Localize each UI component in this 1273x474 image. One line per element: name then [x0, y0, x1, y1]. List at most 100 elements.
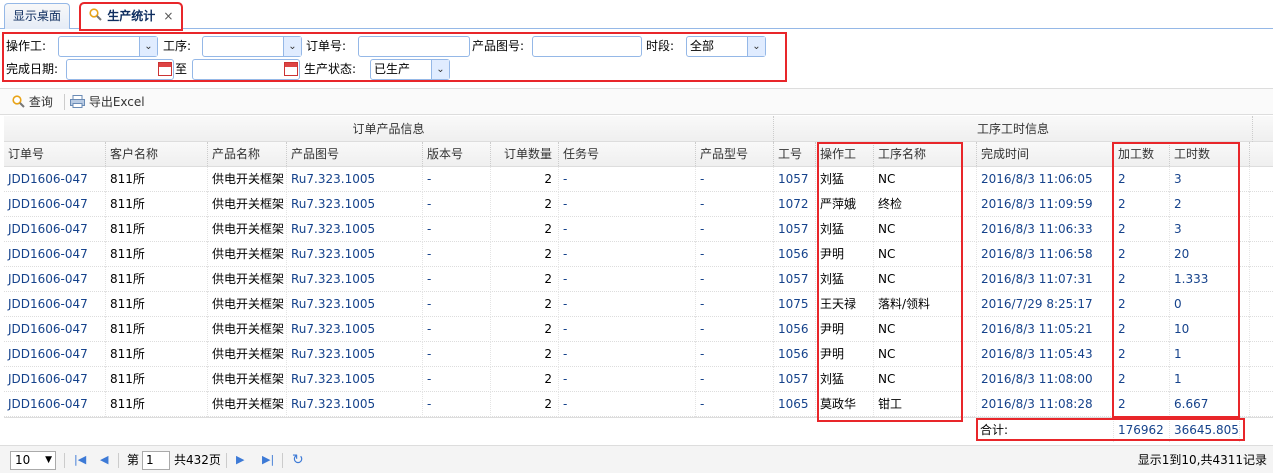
refresh-icon[interactable]: ↻: [292, 446, 304, 474]
table-row[interactable]: JDD1606-047 811所 供电开关框架 Ru7.323.1005-2- -105…: [4, 367, 1273, 392]
pager-summary: 显示1到10,共4311记录: [1137, 453, 1267, 467]
operator-label: 操作工:: [6, 39, 47, 53]
cell-task-no: -: [559, 317, 696, 342]
table-row[interactable]: JDD1606-047 811所 供电开关框架 Ru7.323.1005-2- -105…: [4, 217, 1273, 242]
cell-finish-time: 2016/8/3 11:07:31: [977, 267, 1114, 292]
cell-work-hours: 1: [1170, 367, 1250, 392]
column-header-drawing-no[interactable]: 产品图号: [287, 142, 423, 166]
table-row[interactable]: JDD1606-047 811所 供电开关框架 Ru7.323.1005-2- -105…: [4, 342, 1273, 367]
cell-product-model: -: [696, 342, 774, 367]
column-header-version[interactable]: 版本号: [423, 142, 491, 166]
cell-product-name: 供电开关框架: [208, 317, 287, 342]
calendar-icon[interactable]: [284, 62, 298, 76]
pager-divider: [226, 453, 227, 468]
column-header-process-name[interactable]: 工序名称: [874, 142, 977, 166]
tab-desktop[interactable]: 显示桌面: [4, 3, 71, 29]
column-header-processed-qty[interactable]: 加工数: [1114, 142, 1170, 166]
period-select[interactable]: 全部 ⌄: [686, 36, 766, 57]
table-row[interactable]: JDD1606-047 811所 供电开关框架 Ru7.323.1005-2- -105…: [4, 317, 1273, 342]
status-select[interactable]: 已生产 ⌄: [370, 59, 450, 80]
page-number-value: 1: [146, 453, 154, 467]
operator-select[interactable]: ⌄: [58, 36, 158, 57]
printer-icon: [70, 95, 89, 109]
cell-order-no: JDD1606-047: [4, 267, 106, 292]
cell-process-name: NC: [874, 167, 977, 192]
cell-operator: 严萍娥: [816, 192, 874, 217]
cell-process-name: NC: [874, 342, 977, 367]
date-from-input[interactable]: [66, 59, 174, 80]
cell-drawing-no: Ru7.323.1005: [287, 167, 423, 192]
cell-customer-name: 811所: [106, 267, 208, 292]
column-header-customer-name[interactable]: 客户名称: [106, 142, 208, 166]
cell-customer-name: 811所: [106, 342, 208, 367]
cell-work-hours: 20: [1170, 242, 1250, 267]
page-number-input[interactable]: 1: [142, 451, 170, 470]
cell-version: -: [423, 342, 491, 367]
cell-drawing-no: Ru7.323.1005: [287, 342, 423, 367]
cell-order-qty: 2: [491, 192, 559, 217]
cell-worker-id: 1057: [774, 267, 816, 292]
column-header-worker-id[interactable]: 工号: [774, 142, 816, 166]
last-page-icon[interactable]: ▶|: [262, 446, 274, 474]
close-icon[interactable]: ×: [163, 9, 173, 23]
column-header-finish-time[interactable]: 完成时间: [977, 142, 1114, 166]
next-page-icon[interactable]: ▶: [236, 446, 244, 474]
cell-processed-qty: 2: [1114, 217, 1170, 242]
cell-drawing-no: Ru7.323.1005: [287, 242, 423, 267]
date-to-input[interactable]: [192, 59, 300, 80]
column-header-order-no[interactable]: 订单号: [4, 142, 106, 166]
table-row[interactable]: JDD1606-047 811所 供电开关框架 Ru7.323.1005-2- -105…: [4, 242, 1273, 267]
column-header-work-hours[interactable]: 工时数: [1170, 142, 1250, 166]
column-header-product-name[interactable]: 产品名称: [208, 142, 287, 166]
column-header-order-qty[interactable]: 订单数量: [491, 142, 559, 166]
cell-processed-qty: 2: [1114, 367, 1170, 392]
search-icon: [89, 5, 103, 29]
filter-row-2: 完成日期: 至 生产状态: 已生产 ⌄: [6, 58, 786, 80]
grid-footer: 合计: 176962 36645.805: [4, 417, 1273, 442]
cell-finish-time: 2016/8/3 11:09:59: [977, 192, 1114, 217]
cell-product-name: 供电开关框架: [208, 267, 287, 292]
tab-production-stats[interactable]: 生产统计 ×: [78, 2, 184, 31]
cell-product-name: 供电开关框架: [208, 342, 287, 367]
table-row[interactable]: JDD1606-047 811所 供电开关框架 Ru7.323.1005-2- -106…: [4, 392, 1273, 417]
page-size-select[interactable]: 10 ▼: [10, 451, 56, 470]
cell-version: -: [423, 192, 491, 217]
export-excel-button[interactable]: 导出Excel: [70, 93, 145, 111]
cell-work-hours: 6.667: [1170, 392, 1250, 417]
cell-processed-qty: 2: [1114, 242, 1170, 267]
cell-work-hours: 1: [1170, 342, 1250, 367]
prev-page-icon[interactable]: ◀: [100, 446, 108, 474]
cell-order-qty: 2: [491, 367, 559, 392]
cell-drawing-no: Ru7.323.1005: [287, 217, 423, 242]
triangle-down-icon: ▼: [45, 455, 52, 465]
cell-process-name: NC: [874, 242, 977, 267]
cell-order-qty: 2: [491, 167, 559, 192]
cell-order-qty: 2: [491, 392, 559, 417]
cell-work-hours: 3: [1170, 217, 1250, 242]
column-header-operator[interactable]: 操作工: [816, 142, 874, 166]
table-row[interactable]: JDD1606-047 811所 供电开关框架 Ru7.323.1005-2- -105…: [4, 267, 1273, 292]
cell-version: -: [423, 217, 491, 242]
drawing-input[interactable]: [532, 36, 642, 57]
pager-divider: [118, 453, 119, 468]
column-header-product-model[interactable]: 产品型号: [696, 142, 774, 166]
order-input[interactable]: [358, 36, 470, 57]
cell-customer-name: 811所: [106, 317, 208, 342]
cell-operator: 刘猛: [816, 217, 874, 242]
calendar-icon[interactable]: [158, 62, 172, 76]
query-button[interactable]: 查询: [12, 93, 53, 111]
cell-order-no: JDD1606-047: [4, 167, 106, 192]
cell-worker-id: 1057: [774, 167, 816, 192]
status-label: 生产状态:: [304, 62, 357, 76]
cell-product-model: -: [696, 392, 774, 417]
column-header-task-no[interactable]: 任务号: [559, 142, 696, 166]
table-row[interactable]: JDD1606-047 811所 供电开关框架 Ru7.323.1005-2- -107…: [4, 192, 1273, 217]
table-row[interactable]: JDD1606-047 811所 供电开关框架 Ru7.323.1005-2- -105…: [4, 167, 1273, 192]
cell-process-name: 钳工: [874, 392, 977, 417]
table-row[interactable]: JDD1606-047 811所 供电开关框架 Ru7.323.1005-2- -107…: [4, 292, 1273, 317]
cell-worker-id: 1075: [774, 292, 816, 317]
cell-version: -: [423, 242, 491, 267]
first-page-icon[interactable]: |◀: [74, 446, 86, 474]
process-select[interactable]: ⌄: [202, 36, 302, 57]
cell-order-no: JDD1606-047: [4, 217, 106, 242]
